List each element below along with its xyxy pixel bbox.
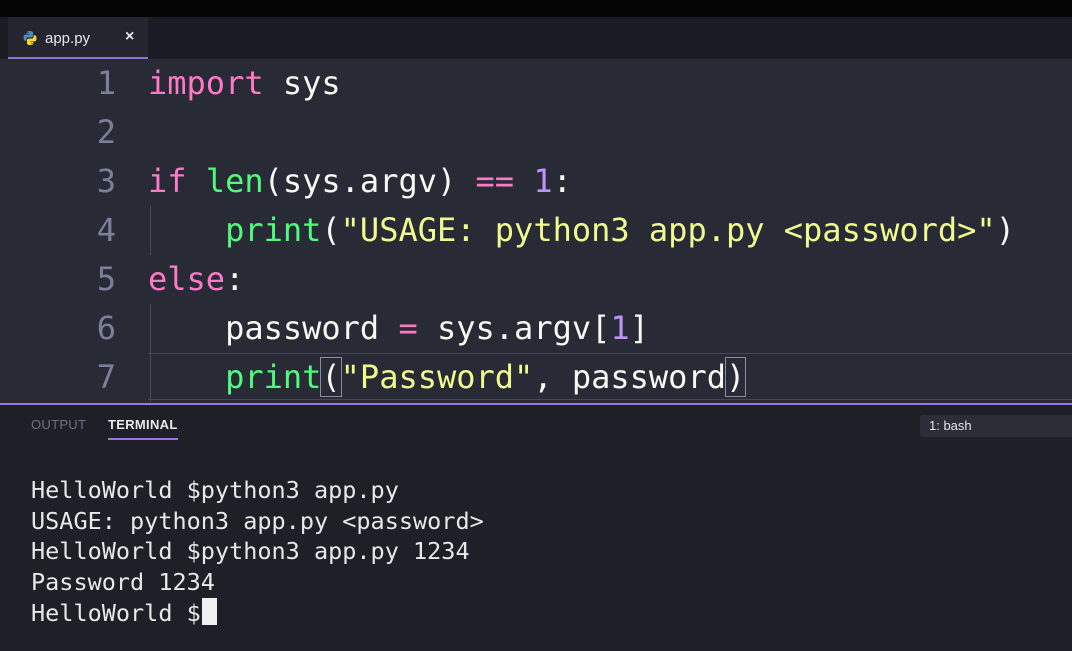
code-token: ] [629, 309, 649, 347]
tab-filename: app.py [45, 30, 91, 47]
line-number: 5 [96, 260, 116, 298]
code-text: if len(sys.argv) == 1: [148, 157, 572, 206]
terminal-line: HelloWorld $python3 app.py [31, 476, 399, 504]
function-token: len [205, 162, 264, 200]
matched-bracket: ) [724, 357, 747, 397]
code-line[interactable]: 7 print("Password", password) [0, 353, 1072, 402]
close-icon[interactable]: × [125, 28, 134, 46]
keyword-token: else [148, 260, 226, 298]
code-line[interactable]: 2 [0, 108, 1072, 157]
code-token: sys [263, 64, 341, 102]
line-number: 2 [96, 113, 116, 151]
code-line[interactable]: 6 password = sys.argv[1] [0, 304, 1072, 353]
editor-tab-strip: app.py × [0, 17, 1072, 59]
keyword-token: == [475, 162, 515, 200]
string-token: "Password" [340, 358, 534, 396]
code-token: password [148, 309, 399, 347]
matched-bracket: ( [320, 357, 342, 397]
line-number: 4 [96, 211, 116, 249]
line-number: 1 [96, 64, 116, 102]
terminal-output[interactable]: HelloWorld $python3 app.py USAGE: python3… [31, 475, 484, 628]
window-top-bar [0, 0, 1072, 17]
code-line[interactable]: 1 import sys [0, 59, 1072, 108]
code-editor[interactable]: 1 import sys 2 3 if len(sys.argv) == 1: 4 pri… [0, 59, 1072, 403]
code-token: ) [995, 211, 1015, 249]
line-number: 3 [96, 162, 116, 200]
python-icon [23, 31, 37, 45]
code-token: , password [533, 358, 726, 396]
number-token: 1 [533, 162, 553, 200]
code-token: sys.argv[ [417, 309, 611, 347]
code-token: : [552, 162, 572, 200]
code-line[interactable]: 3 if len(sys.argv) == 1: [0, 157, 1072, 206]
terminal-line: Password 1234 [31, 568, 215, 597]
bottom-panel: OUTPUT TERMINAL 1: bash HelloWorld $pyth… [0, 403, 1072, 651]
keyword-token: import [148, 64, 264, 102]
tab-terminal[interactable]: TERMINAL [108, 417, 178, 440]
keyword-token: if [148, 162, 187, 200]
function-token: print [225, 211, 322, 249]
editor-tab-app-py[interactable]: app.py × [8, 17, 148, 59]
terminal-line: USAGE: python3 app.py <password> [31, 506, 484, 535]
number-token: 1 [610, 309, 630, 347]
code-text: import sys [148, 59, 341, 108]
line-number: 6 [96, 309, 116, 347]
line-number: 7 [96, 358, 116, 396]
terminal-cursor [201, 597, 217, 625]
code-line[interactable]: 5 else: [0, 255, 1072, 304]
function-token: print [225, 358, 322, 396]
code-token: (sys.argv) [263, 162, 476, 200]
code-text: else: [148, 255, 244, 304]
terminal-line: HelloWorld $python3 app.py 1234 [31, 537, 470, 566]
code-text: print("USAGE: python3 app.py <password>"… [148, 206, 1015, 255]
string-token: "USAGE: python3 app.py <password>" [340, 211, 996, 249]
tab-output[interactable]: OUTPUT [31, 417, 86, 432]
terminal-shell-select[interactable]: 1: bash [920, 415, 1072, 437]
code-text: password = sys.argv[1] [148, 304, 649, 353]
code-line[interactable]: 4 print("USAGE: python3 app.py <password… [0, 206, 1072, 255]
keyword-token: = [398, 309, 418, 347]
code-text: print("Password", password) [148, 353, 747, 402]
code-token: : [225, 260, 245, 298]
code-token: ( [321, 211, 341, 249]
terminal-line: HelloWorld $ [31, 597, 484, 629]
